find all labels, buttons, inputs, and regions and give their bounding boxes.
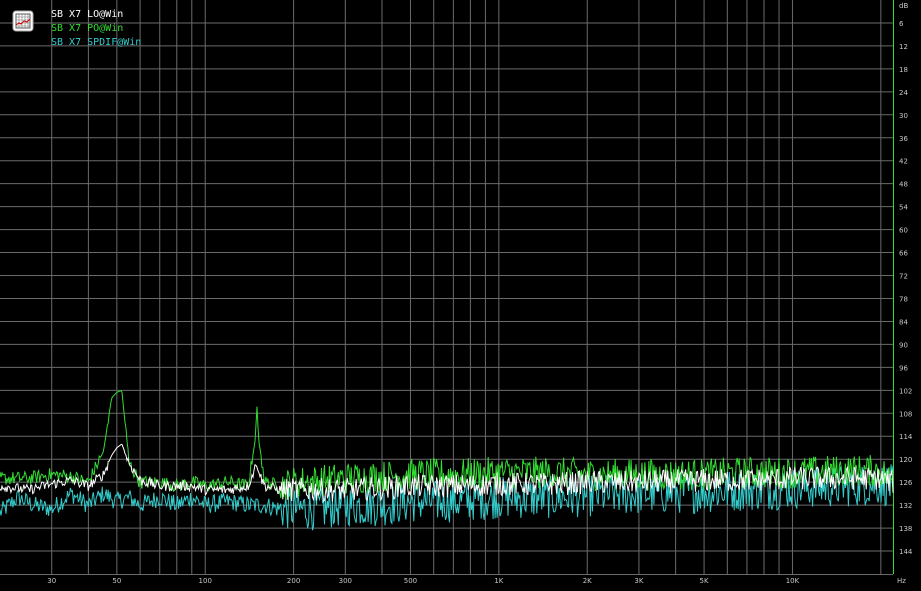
y-tick-label: 60 [899,227,908,235]
y-tick-label: 120 [899,456,912,464]
y-tick-label: 126 [899,479,913,487]
x-tick-label: 200 [287,577,300,585]
y-tick-label: 144 [899,548,913,556]
y-tick-label: 6 [899,20,904,28]
y-tick-label: 90 [899,341,908,349]
x-axis-unit: Hz [897,577,906,585]
x-tick-label: 5K [700,577,709,585]
y-tick-label: 78 [899,295,908,303]
y-tick-label: 114 [899,433,913,441]
y-tick-label: 30 [899,112,908,120]
y-axis-unit: dB [899,2,908,10]
y-tick-label: 84 [899,318,908,326]
y-tick-label: 66 [899,250,908,258]
x-tick-label: 3K [634,577,643,585]
x-tick-label: 100 [199,577,212,585]
y-tick-label: 24 [899,89,908,97]
x-tick-label: 50 [112,577,121,585]
y-tick-label: 132 [899,502,912,510]
y-tick-label: 96 [899,364,908,372]
y-tick-label: 12 [899,43,908,51]
x-tick-label: 30 [47,577,56,585]
y-tick-label: 42 [899,158,908,166]
x-axis-strip [0,574,921,591]
x-tick-label: 10K [786,577,800,585]
x-tick-label: 2K [583,577,592,585]
legend-entry-spdif: SB X7 SPDIF@Win [51,37,142,48]
y-tick-label: 138 [899,525,912,533]
chart-app-icon [12,10,34,32]
y-tick-label: 36 [899,135,908,143]
y-tick-label: 108 [899,410,912,418]
y-tick-label: 54 [899,204,908,212]
y-tick-label: 48 [899,181,908,189]
y-tick-label: 18 [899,66,908,74]
x-tick-label: 1K [494,577,503,585]
legend-entry-lo: SB X7 LO@Win [51,9,124,20]
spectrum-chart: dB 6 12 18 24 30 36 42 48 54 60 66 72 78 84 90 96 102 108 1… [0,0,921,591]
y-tick-label: 72 [899,273,908,281]
legend-entry-po: SB X7 PO@Win [51,23,124,34]
x-tick-label: 300 [339,577,352,585]
y-tick-label: 102 [899,387,912,395]
legend: SB X7 LO@Win SB X7 PO@Win SB X7 SPDIF@Wi… [51,8,141,50]
x-tick-label: 500 [404,577,417,585]
